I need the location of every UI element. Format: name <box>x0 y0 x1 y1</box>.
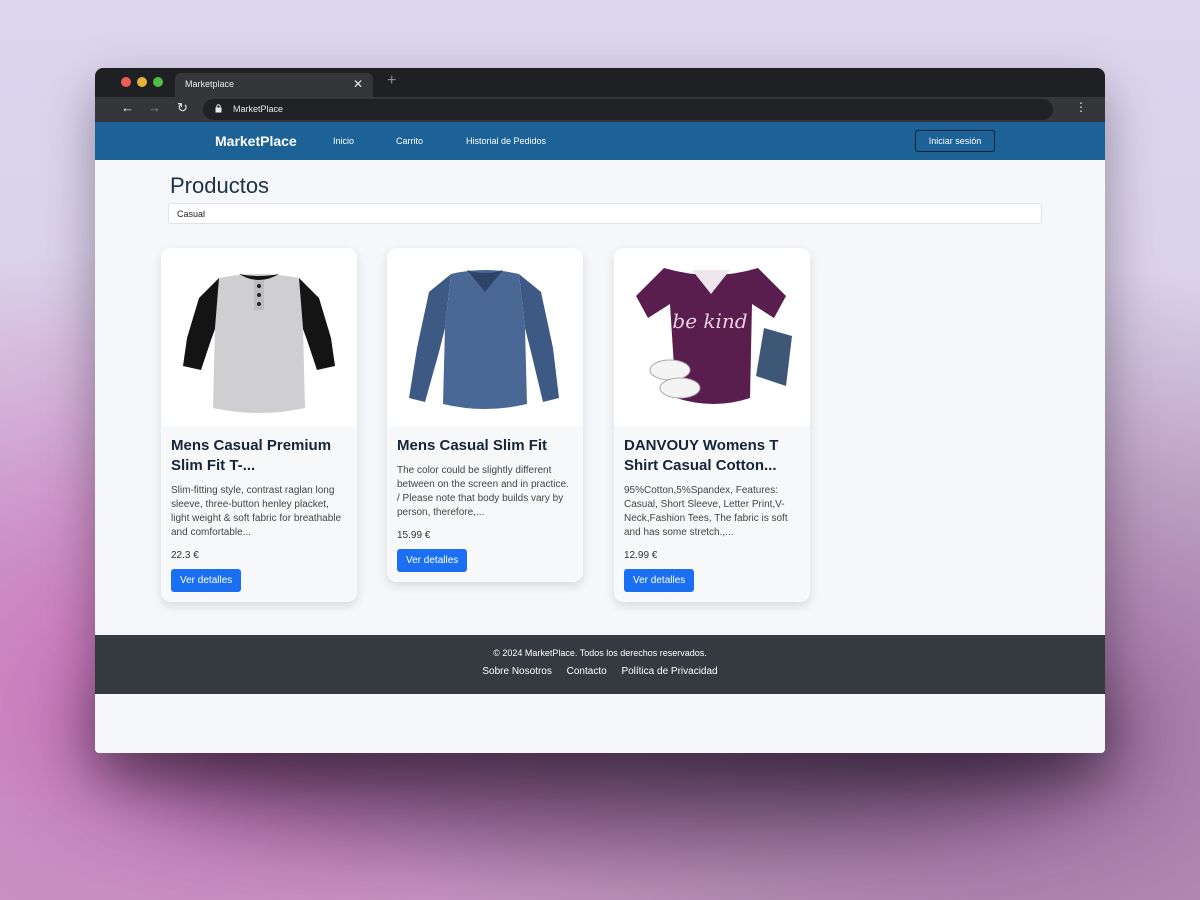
browser-window: Marketplace ✕ + ← → ↻ MarketPlace ⋮ Mark… <box>95 68 1105 753</box>
url-bar[interactable]: MarketPlace <box>203 99 1053 120</box>
page-footer: © 2024 MarketPlace. Todos los derechos r… <box>95 635 1105 694</box>
new-tab-icon[interactable]: + <box>387 72 396 90</box>
footer-link-contact[interactable]: Contacto <box>567 666 607 677</box>
be-kind-print: be kind <box>672 309 747 333</box>
browser-tab[interactable]: Marketplace ✕ <box>175 73 373 97</box>
address-bar-row: ← → ↻ MarketPlace ⋮ <box>95 97 1105 122</box>
product-card: Mens Casual Slim Fit The color could be … <box>387 248 583 582</box>
product-description: Slim-fitting style, contrast raglan long… <box>171 485 342 538</box>
product-price: 15.99 € <box>397 530 431 541</box>
brand-logo[interactable]: MarketPlace <box>215 133 297 149</box>
url-text: MarketPlace <box>233 104 284 114</box>
product-description: 95%Cotton,5%Spandex, Features: Casual, S… <box>624 485 788 538</box>
page-title: Productos <box>170 173 270 198</box>
footer-link-about[interactable]: Sobre Nosotros <box>482 666 551 677</box>
view-details-button[interactable]: Ver detalles <box>624 569 695 592</box>
product-title[interactable]: Mens Casual Premium Slim Fit T-... <box>171 436 347 476</box>
product-title[interactable]: DANVOUY Womens T Shirt Casual Cotton... <box>624 436 800 476</box>
product-image <box>161 248 357 426</box>
product-price: 12.99 € <box>624 550 658 561</box>
raglan-henley-shirt-icon <box>183 274 335 413</box>
copyright-text: © 2024 MarketPlace. Todos los derechos r… <box>493 648 707 658</box>
product-card-body: Mens Casual Slim Fit The color could be … <box>387 426 583 582</box>
product-image: be kind <box>614 248 810 426</box>
footer-link-privacy[interactable]: Política de Privacidad <box>621 666 717 677</box>
tab-title: Marketplace <box>185 79 235 89</box>
lock-icon <box>215 104 222 113</box>
product-card: be kind DANVOUY Womens T Shirt Casual Co… <box>614 248 810 602</box>
browser-titlebar: Marketplace ✕ + <box>95 68 1105 97</box>
product-price: 22.3 € <box>171 550 199 561</box>
reload-icon[interactable]: ↻ <box>177 100 188 116</box>
be-kind-tshirt-icon: be kind <box>636 268 792 404</box>
product-description: The color could be slightly different be… <box>397 465 569 518</box>
product-card-body: DANVOUY Womens T Shirt Casual Cotton... … <box>614 426 810 602</box>
view-details-button[interactable]: Ver detalles <box>397 549 468 572</box>
close-window-button[interactable] <box>121 77 131 87</box>
browser-menu-icon[interactable]: ⋮ <box>1075 100 1087 114</box>
nav-link-historial[interactable]: Historial de Pedidos <box>466 136 546 146</box>
search-input[interactable] <box>168 203 1042 224</box>
long-sleeve-shirt-icon <box>409 270 559 409</box>
footer-links: Sobre Nosotros Contacto Política de Priv… <box>95 666 1105 677</box>
app-navbar: MarketPlace Inicio Carrito Historial de … <box>95 122 1105 160</box>
tab-close-icon[interactable]: ✕ <box>353 77 363 91</box>
maximize-window-button[interactable] <box>153 77 163 87</box>
minimize-window-button[interactable] <box>137 77 147 87</box>
main-content: Productos Mens C <box>95 160 1105 694</box>
nav-link-carrito[interactable]: Carrito <box>396 136 423 146</box>
nav-link-inicio[interactable]: Inicio <box>333 136 354 146</box>
back-arrow-icon[interactable]: ← <box>121 100 134 115</box>
product-title[interactable]: Mens Casual Slim Fit <box>397 436 573 456</box>
product-image <box>387 248 583 426</box>
view-details-button[interactable]: Ver detalles <box>171 569 242 592</box>
product-card: Mens Casual Premium Slim Fit T-... Slim-… <box>161 248 357 602</box>
login-button[interactable]: Iniciar sesión <box>915 130 995 152</box>
forward-arrow-icon[interactable]: → <box>148 100 161 115</box>
product-card-body: Mens Casual Premium Slim Fit T-... Slim-… <box>161 426 357 602</box>
